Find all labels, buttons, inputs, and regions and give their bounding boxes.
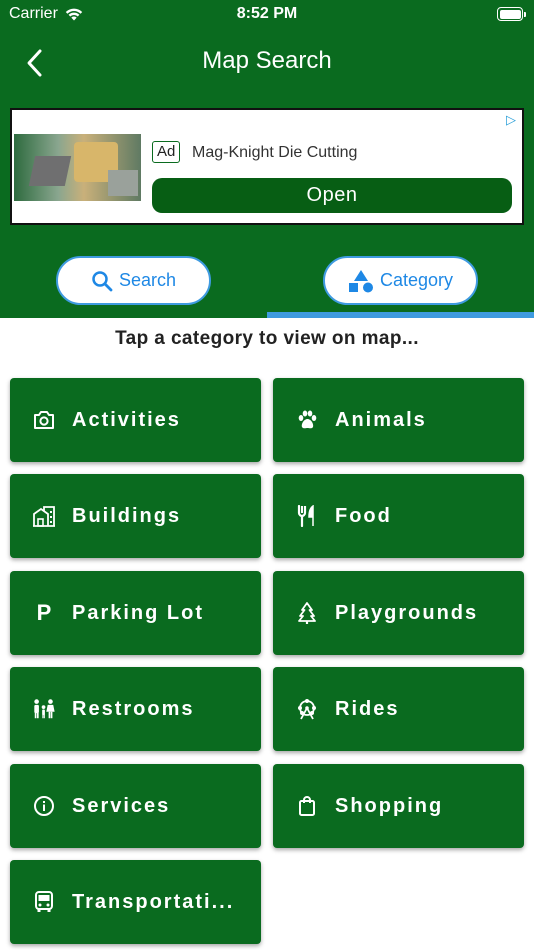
header: Carrier 8:52 PM Map Search ▷ Ad Mag-Knig…	[0, 0, 534, 318]
tab-search-label: Search	[118, 270, 177, 290]
category-label: Parking Lot	[72, 601, 205, 624]
category-parking-lot[interactable]: P Parking Lot	[10, 571, 261, 655]
page-title: Map Search	[202, 47, 332, 74]
clock: 8:52 PM	[236, 5, 298, 22]
tree-icon	[295, 601, 319, 625]
category-animals[interactable]: Animals	[273, 378, 524, 462]
category-label: Transportati...	[72, 890, 235, 913]
ad-choices-icon[interactable]: ▷	[502, 111, 520, 129]
bus-icon	[32, 890, 56, 914]
category-buildings[interactable]: Buildings	[10, 474, 261, 558]
category-transportation[interactable]: Transportati...	[10, 860, 261, 944]
status-bar: Carrier 8:52 PM	[0, 0, 534, 30]
shapes-icon	[348, 269, 373, 292]
camera-icon	[32, 408, 56, 432]
ad-image[interactable]	[14, 134, 141, 201]
search-icon	[92, 270, 113, 291]
family-icon	[32, 697, 56, 721]
category-shopping[interactable]: Shopping	[273, 764, 524, 848]
category-playgrounds[interactable]: Playgrounds	[273, 571, 524, 655]
category-label: Playgrounds	[335, 601, 479, 624]
tab-category-label: Category	[379, 270, 454, 290]
tab-indicator	[267, 312, 534, 318]
info-icon	[32, 794, 56, 818]
category-food[interactable]: Food	[273, 474, 524, 558]
tab-category[interactable]: Category	[323, 256, 478, 305]
category-label: Shopping	[335, 794, 444, 817]
buildings-icon	[32, 504, 56, 528]
category-label: Buildings	[72, 504, 182, 527]
category-label: Restrooms	[72, 697, 195, 720]
category-restrooms[interactable]: Restrooms	[10, 667, 261, 751]
battery-icon	[497, 7, 526, 21]
category-label: Rides	[335, 697, 400, 720]
parking-icon: P	[36, 600, 52, 625]
ferris-wheel-icon	[295, 697, 319, 721]
instruction-text: Tap a category to view on map...	[115, 328, 419, 349]
category-services[interactable]: Services	[10, 764, 261, 848]
utensils-icon	[295, 504, 319, 528]
category-label: Activities	[72, 408, 181, 431]
category-label: Services	[72, 794, 171, 817]
category-rides[interactable]: Rides	[273, 667, 524, 751]
ad-banner[interactable]: ▷ Ad Mag-Knight Die Cutting Open	[10, 108, 524, 225]
ad-title[interactable]: Mag-Knight Die Cutting	[192, 144, 357, 162]
shopping-bag-icon	[295, 794, 319, 818]
category-label: Food	[335, 504, 392, 527]
ad-open-button[interactable]: Open	[152, 178, 512, 213]
category-activities[interactable]: Activities	[10, 378, 261, 462]
tab-search[interactable]: Search	[56, 256, 211, 305]
paw-icon	[295, 408, 319, 432]
ad-badge: Ad	[152, 141, 181, 163]
category-label: Animals	[335, 408, 427, 431]
